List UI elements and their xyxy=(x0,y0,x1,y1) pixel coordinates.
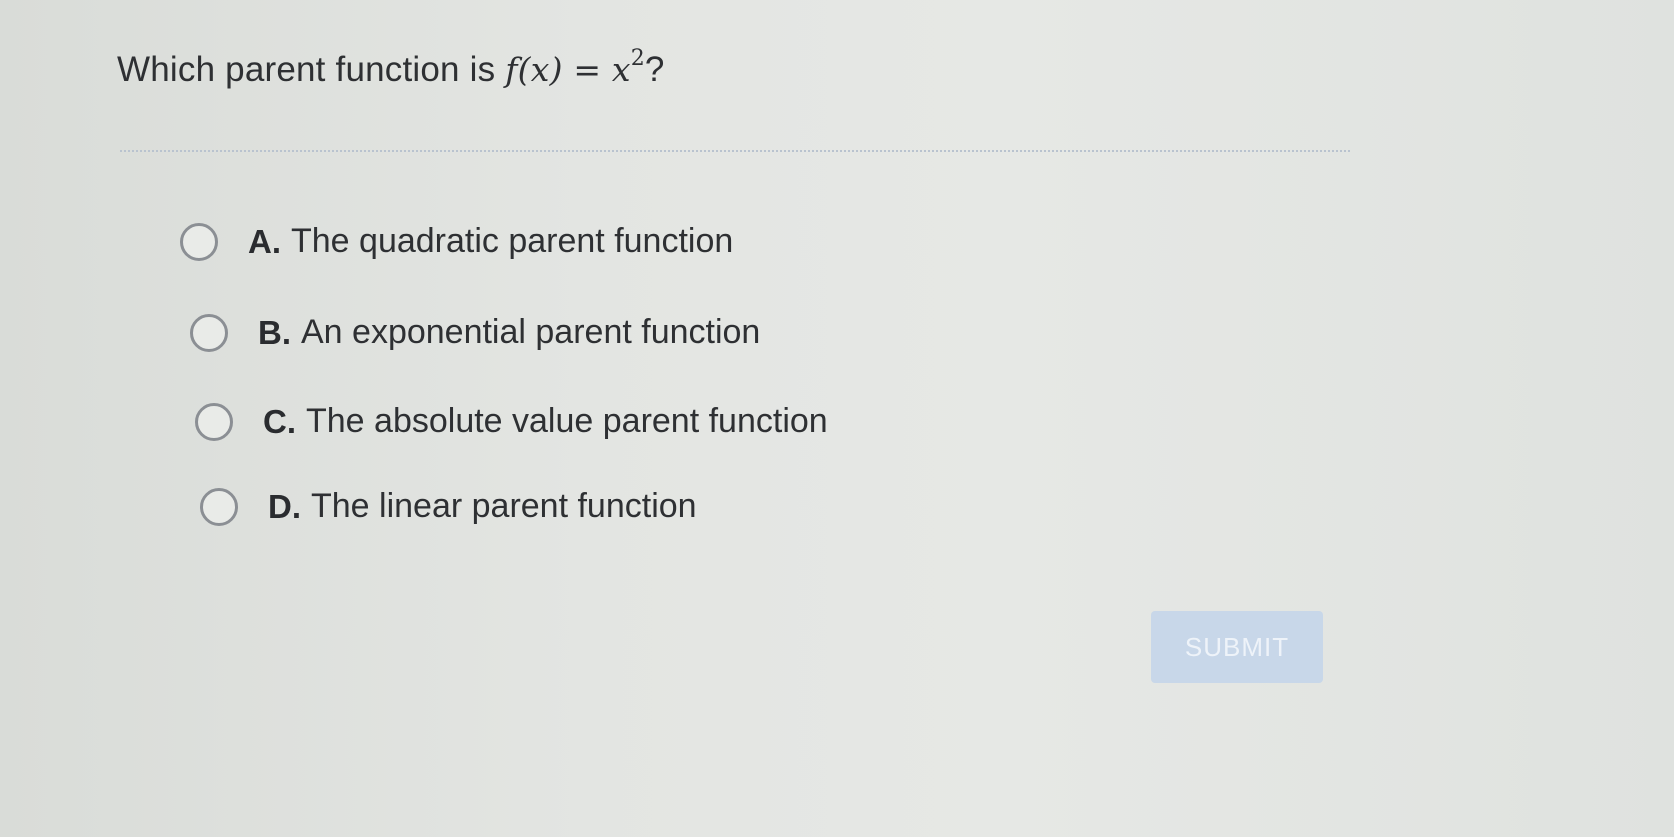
option-d-letter: D. xyxy=(268,487,301,525)
option-a-label: The quadratic parent function xyxy=(291,222,734,260)
radio-button-b[interactable] xyxy=(190,313,228,352)
option-c[interactable]: C. The absolute value parent function xyxy=(195,402,828,441)
option-b-letter: B. xyxy=(258,313,291,351)
option-b[interactable]: B. An exponential parent function xyxy=(190,313,760,352)
radio-button-a[interactable] xyxy=(180,222,218,261)
radio-button-c[interactable] xyxy=(195,402,233,441)
answer-options: A. The quadratic parent function B. An e… xyxy=(0,0,1674,837)
option-a[interactable]: A. The quadratic parent function xyxy=(180,222,733,261)
radio-button-d[interactable] xyxy=(200,487,238,526)
option-c-label: The absolute value parent function xyxy=(306,402,828,440)
option-d[interactable]: D. The linear parent function xyxy=(200,487,697,526)
submit-button[interactable]: SUBMIT xyxy=(1151,611,1323,683)
option-d-label: The linear parent function xyxy=(311,487,697,525)
quiz-screen: Which parent function is f(x) = x2? A. T… xyxy=(0,0,1674,837)
option-b-label: An exponential parent function xyxy=(301,313,761,351)
option-c-letter: C. xyxy=(263,402,296,440)
option-a-letter: A. xyxy=(248,222,281,260)
